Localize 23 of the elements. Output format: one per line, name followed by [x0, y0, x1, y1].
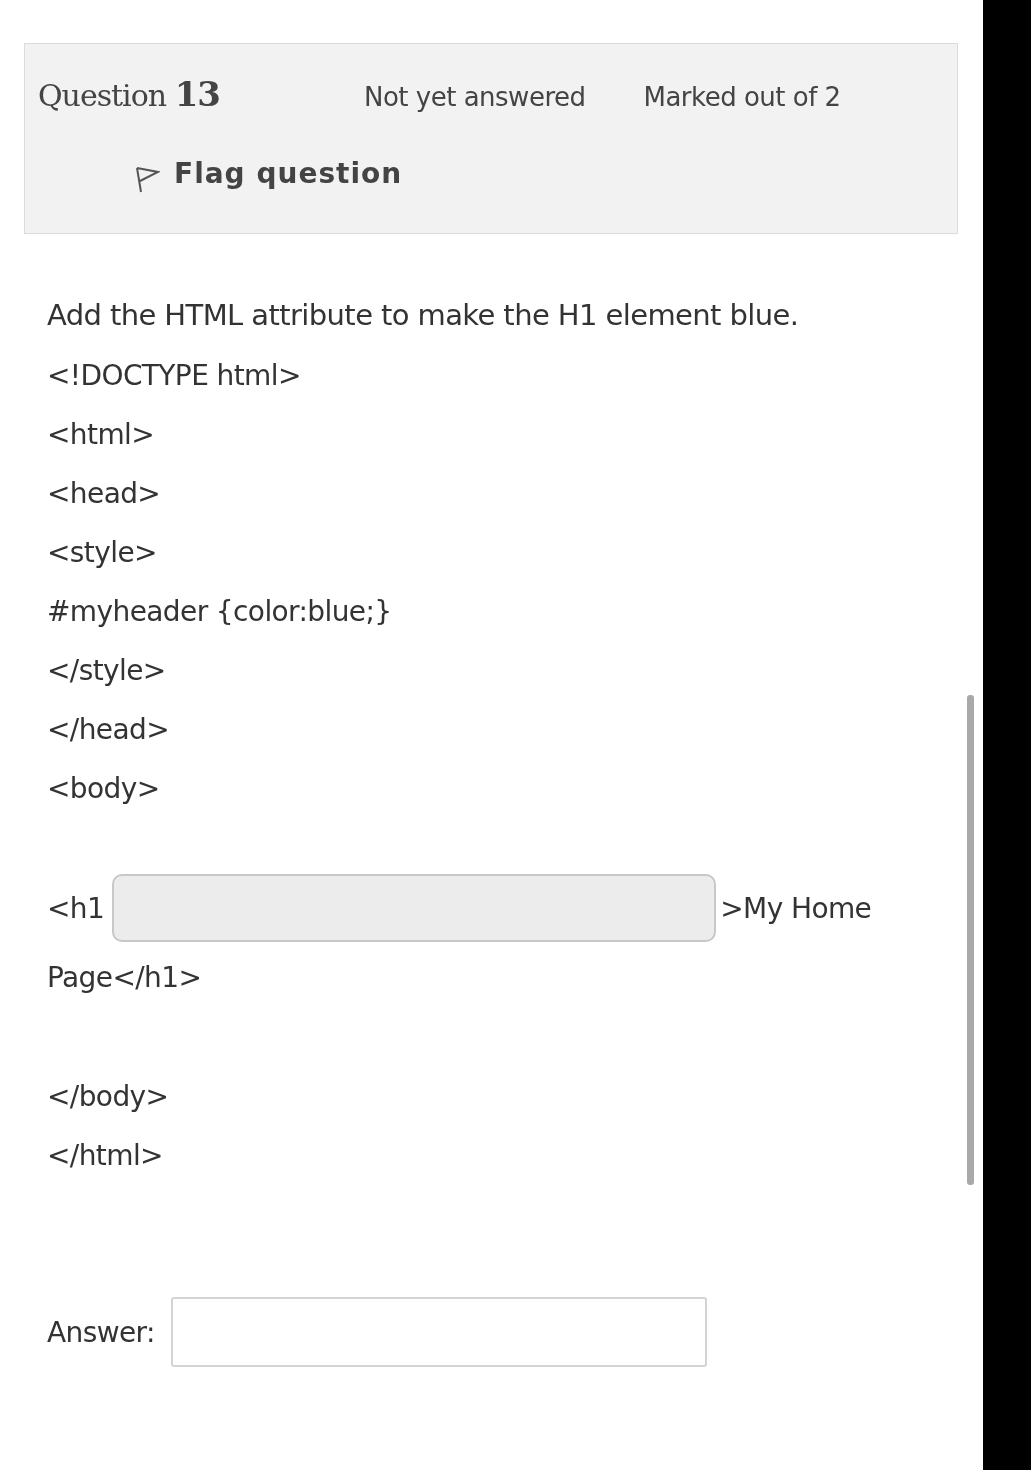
code-line: Page</h1> — [47, 960, 203, 996]
code-line: </body> — [47, 1079, 170, 1115]
question-marks: Marked out of 2 — [643, 82, 841, 112]
scrollbar[interactable] — [967, 695, 974, 1185]
code-line: <head> — [47, 476, 162, 512]
code-line: <!DOCTYPE html> — [47, 358, 302, 394]
code-line: #myheader {color:blue;} — [47, 594, 393, 630]
code-line: <body> — [47, 771, 161, 807]
code-line: >My Home — [720, 890, 872, 927]
flag-icon — [134, 164, 160, 194]
flag-question-link[interactable]: Flag question — [134, 152, 403, 194]
code-line: </head> — [47, 712, 171, 748]
code-line: <html> — [47, 417, 156, 453]
code-line: </style> — [47, 653, 167, 689]
answer-input-field[interactable] — [170, 1297, 707, 1367]
code-line: <style> — [47, 535, 158, 571]
question-title: Question 13 — [38, 74, 221, 114]
blank-input-field[interactable] — [112, 874, 717, 942]
question-status: Not yet answered — [364, 82, 586, 112]
code-line: <h1 — [47, 890, 105, 927]
answer-label: Answer: — [47, 1315, 155, 1349]
question-text: Add the HTML attribute to make the H1 element blue. — [47, 298, 800, 332]
code-line: </html> — [47, 1138, 164, 1174]
